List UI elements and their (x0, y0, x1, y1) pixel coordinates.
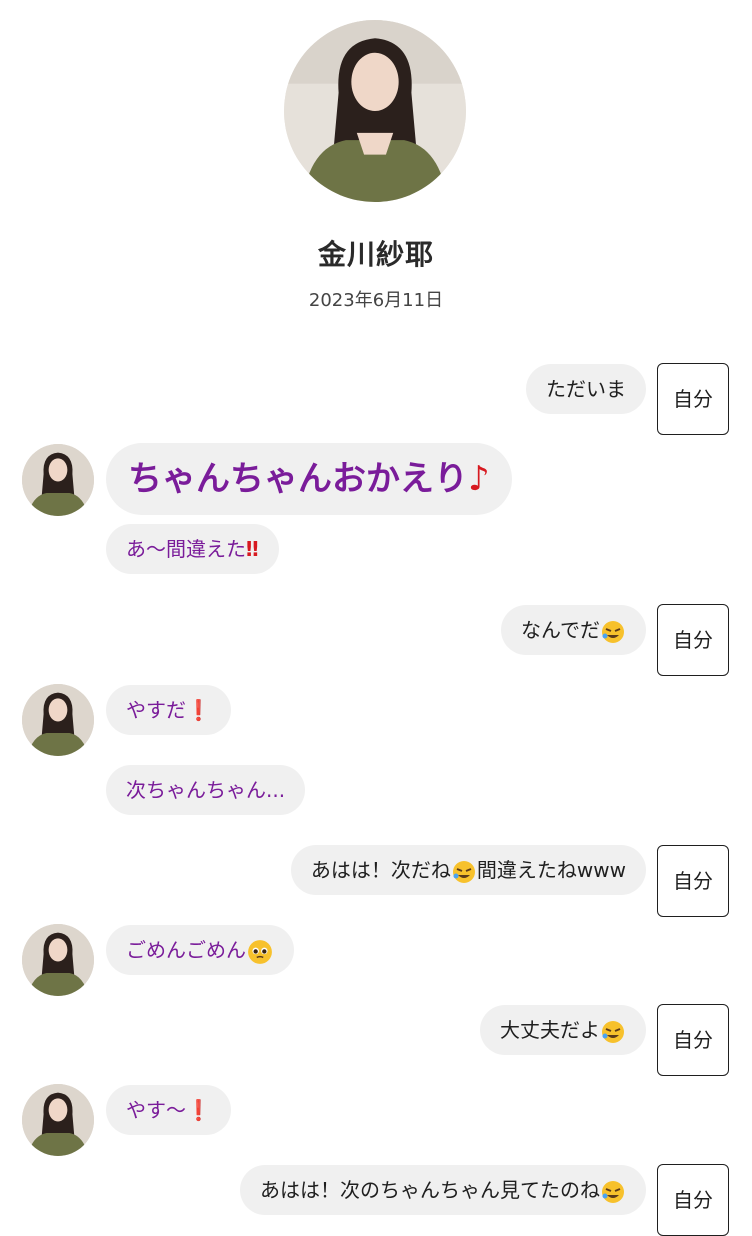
me-label-box: 自分 (657, 363, 729, 435)
me-label-box: 自分 (657, 604, 729, 676)
avatar-portrait-icon (22, 684, 94, 756)
me-label-box: 自分 (657, 1004, 729, 1076)
message-text: あ〜間違えた (126, 537, 246, 561)
member-avatar[interactable] (22, 1084, 94, 1156)
music-note-icon: ♪ (468, 459, 490, 499)
message-bubble-theirs[interactable]: やすだ❗ (106, 685, 231, 735)
avatar-portrait-icon (22, 444, 94, 516)
message-bubble-theirs[interactable]: ごめんごめん (106, 925, 294, 975)
message-bubble-mine[interactable]: 大丈夫だよ (480, 1005, 646, 1055)
message-bubble-theirs[interactable]: ちゃんちゃんおかえり♪ (106, 443, 512, 515)
member-avatar[interactable] (22, 684, 94, 756)
message-text: 大丈夫だよ (500, 1018, 600, 1042)
message-text: 次ちゃんちゃん... (126, 778, 286, 802)
conversation-date: 2023年6月11日 (308, 290, 444, 311)
message-bubble-mine[interactable]: あはは！次のちゃんちゃん見てたのね (240, 1165, 646, 1215)
profile-avatar[interactable] (284, 20, 466, 202)
message-text: やすだ (126, 698, 186, 722)
avatar-portrait-icon (284, 20, 466, 202)
message-bubble-mine[interactable]: ただいま (526, 364, 646, 414)
rolling-on-floor-laughing-icon (452, 860, 475, 883)
message-text: あはは！次のちゃんちゃん見てたのね (260, 1178, 600, 1202)
member-avatar[interactable] (22, 924, 94, 996)
message-bubble-theirs[interactable]: 次ちゃんちゃん... (106, 765, 306, 815)
message-bubble-mine[interactable]: あはは！次だね 間違えたねwww (290, 845, 646, 895)
me-label-box: 自分 (657, 1164, 729, 1236)
member-avatar[interactable] (22, 444, 94, 516)
avatar-portrait-icon (22, 924, 94, 996)
message-text: やす〜 (126, 1098, 186, 1122)
message-text: あはは！次だね (310, 858, 451, 882)
message-text: ちゃんちゃんおかえり (128, 459, 468, 499)
message-text: ごめんごめん (126, 938, 246, 962)
avatar-portrait-icon (22, 1084, 94, 1156)
message-bubble-theirs[interactable]: やす〜❗ (106, 1085, 231, 1135)
exclamation-icon: ❗ (186, 698, 211, 722)
rolling-on-floor-laughing-icon (602, 620, 624, 643)
pleading-face-icon (248, 939, 272, 964)
message-text: 間違えたねwww (476, 858, 626, 882)
profile-name: 金川紗耶 (317, 238, 434, 271)
exclamation-icon: ❗ (186, 1098, 211, 1122)
message-bubble-mine[interactable]: なんでだ (501, 605, 646, 655)
message-bubble-theirs[interactable]: あ〜間違えた‼ (106, 524, 279, 574)
double-exclamation-icon: ‼ (246, 537, 259, 561)
message-text: ただいま (546, 377, 626, 401)
me-label-box: 自分 (657, 845, 729, 917)
rolling-on-floor-laughing-icon (602, 1020, 624, 1043)
message-text: なんでだ (521, 618, 600, 642)
